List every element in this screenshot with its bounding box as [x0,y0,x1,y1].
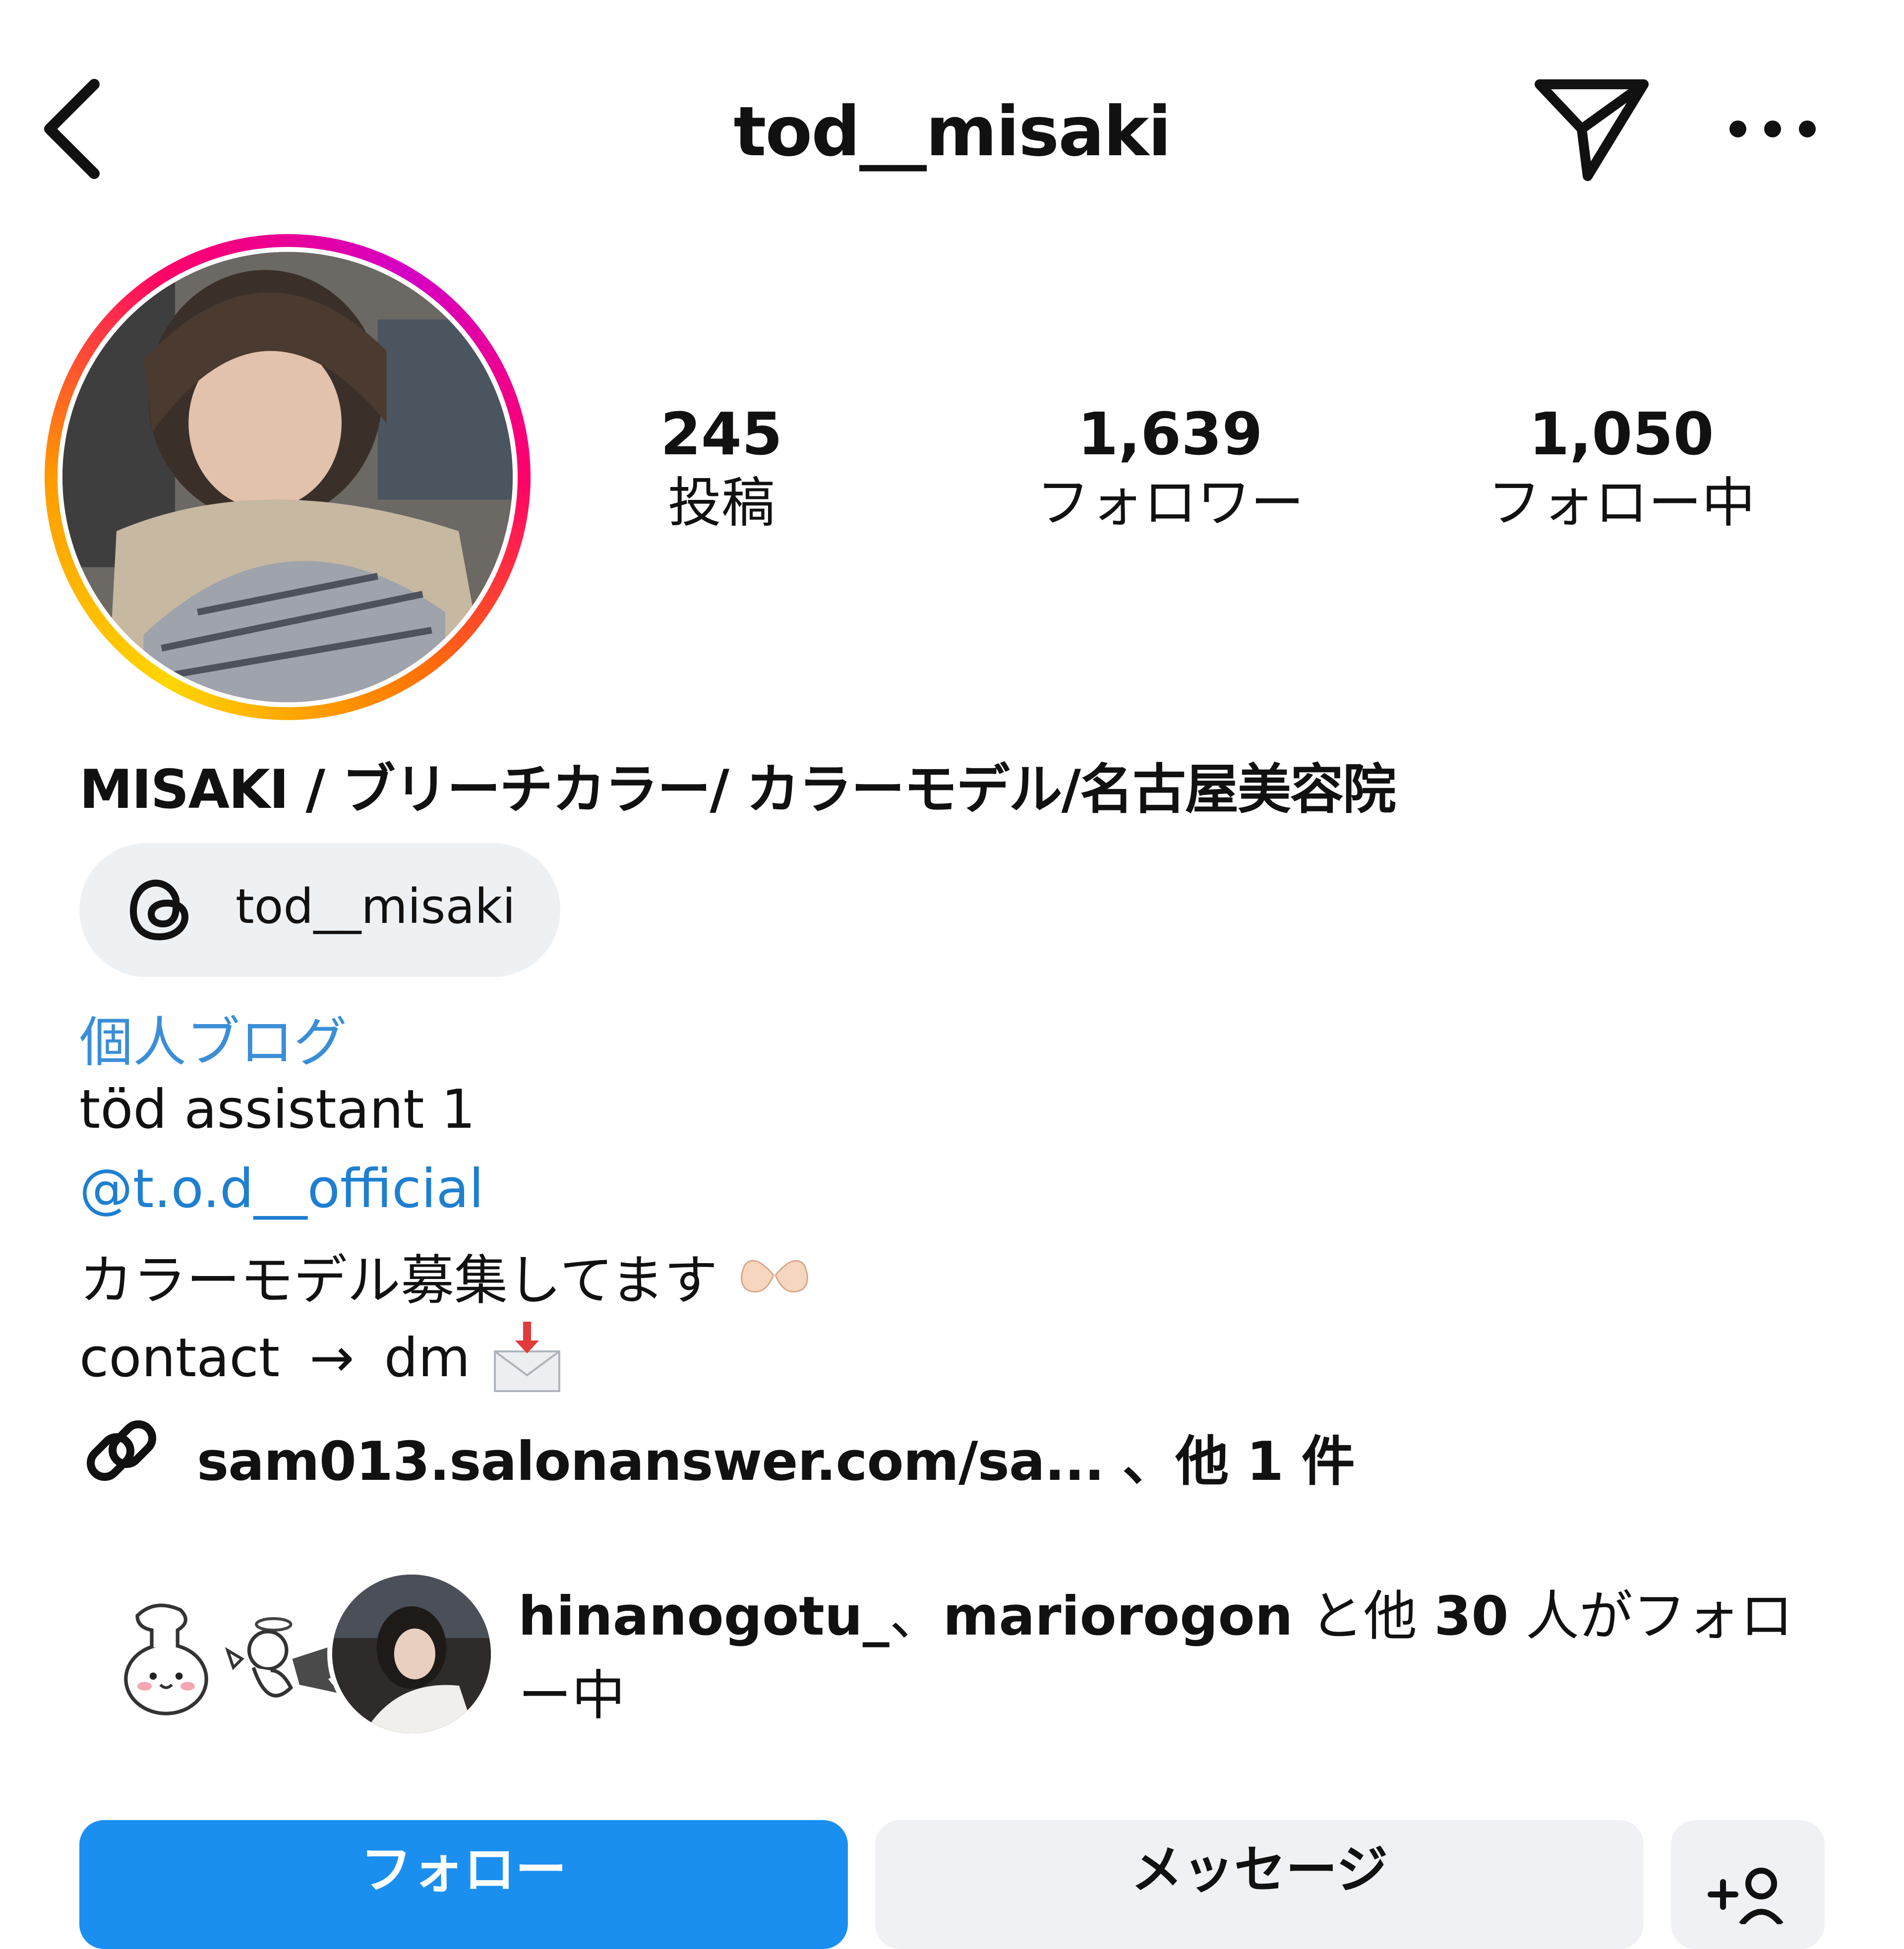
posts-count-label: 投稿 [667,472,775,534]
followed-by-text[interactable]: hinanogotu_、mariorogon と他 30 人がフォロー中 [518,1577,1807,1736]
followed-by-user-2: mariorogon [943,1585,1293,1647]
mutual-follower-avatar[interactable] [327,1570,496,1738]
followed-by-user-1: hinanogotu_ [518,1585,890,1647]
followers-count-label: フォロワー [1036,472,1304,534]
following-count[interactable]: 1,050 フォロー中 [1458,399,1785,538]
bio-mention-link[interactable]: @t.o.d__official [79,1158,484,1220]
followed-by-count: 30 [1434,1585,1509,1647]
following-count-value: 1,050 [1529,400,1714,468]
threads-handle: tod__misaki [236,879,516,934]
followed-by-connector: と他 [1309,1585,1417,1647]
link-icon [79,1408,164,1493]
arrow-right-icon: → [309,1327,355,1389]
bio-text-line-2: カラーモデル募集してます [79,1237,814,1315]
threads-icon [126,875,196,945]
external-link-text: sam013.salonanswer.com/sa... 、他 1 件 [197,1431,1355,1493]
bio-text-line-2-text: カラーモデル募集してます [79,1250,718,1312]
paper-plane-icon [1535,79,1649,181]
profile-photo [62,252,513,702]
more-options-button[interactable] [1723,112,1822,146]
message-button[interactable]: メッセージ [875,1820,1644,1949]
threads-badge[interactable]: tod__misaki [79,843,560,977]
add-person-icon [1708,1868,1784,1924]
bio-dm-label: dm [384,1327,471,1389]
envelope-arrow-emoji-icon [493,1322,560,1392]
bio-contact-label: contact [79,1327,280,1389]
heart-hands-emoji-icon [740,1260,808,1293]
following-count-label: フォロー中 [1487,472,1755,534]
profile-avatar[interactable] [45,234,531,720]
followers-count[interactable]: 1,639 フォロワー [1007,399,1334,538]
suggested-users-button[interactable] [1671,1820,1825,1949]
profile-category: 個人ブログ [79,1012,348,1074]
follow-button[interactable]: フォロー [79,1820,848,1949]
posts-count-value: 245 [660,400,783,468]
followed-by-separator: 、 [889,1585,943,1647]
share-button[interactable] [1532,74,1651,183]
ellipsis-icon [1729,121,1816,137]
bio-text-line-3: contact → dm [79,1317,567,1396]
bio-text-line-1: töd assistant 1 [79,1079,476,1141]
posts-count[interactable]: 245 投稿 [630,399,813,538]
display-name: MISAKI / ブリーチカラー/ カラーモデル/名古屋美容院 [79,759,1396,821]
followers-count-value: 1,639 [1077,400,1263,468]
